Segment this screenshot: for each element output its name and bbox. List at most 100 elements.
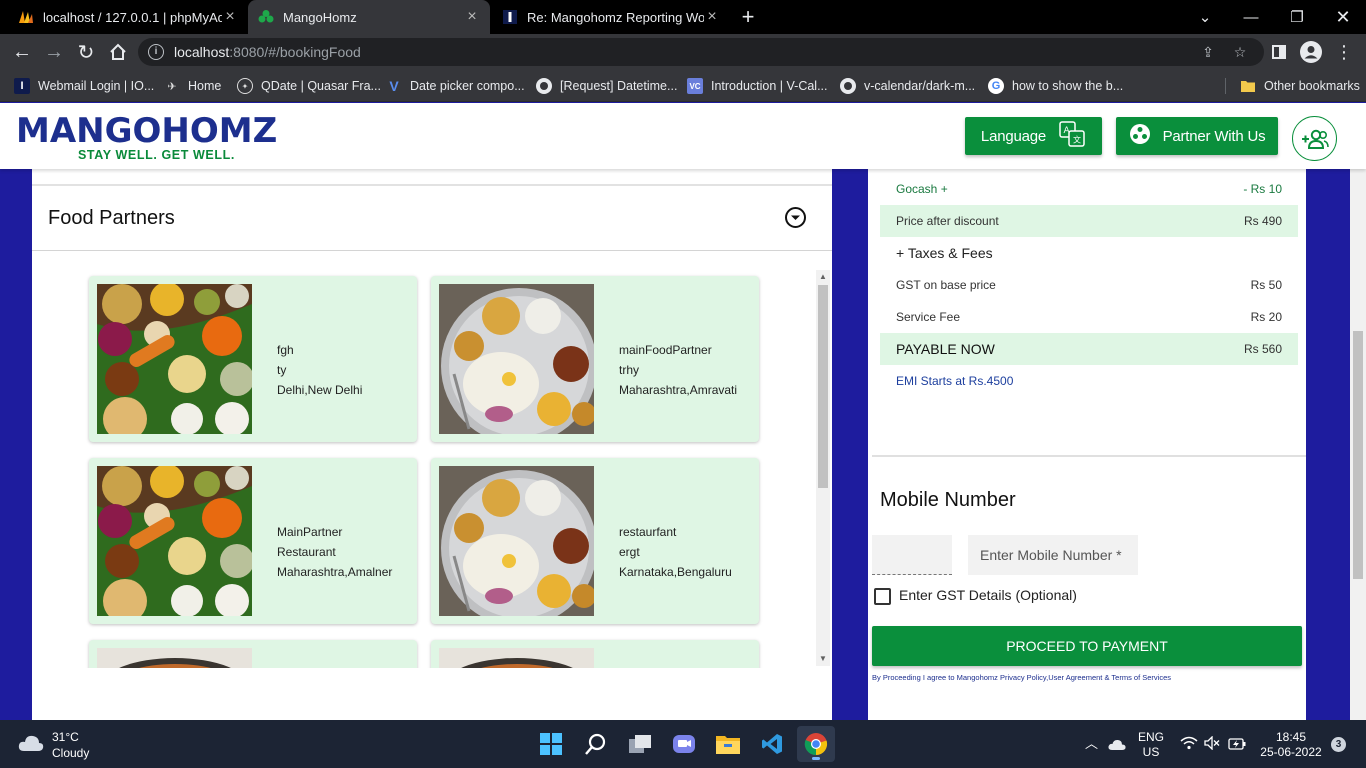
tab-mail[interactable]: Re: Mangohomz Reporting Work × [492, 0, 730, 34]
emi-row[interactable]: EMI Starts at Rs.4500 [880, 365, 1298, 397]
file-explorer-icon[interactable] [709, 726, 747, 762]
price-after-discount-value: Rs 490 [1243, 214, 1282, 228]
close-tab-icon[interactable]: × [704, 8, 720, 26]
search-icon[interactable] [577, 726, 615, 762]
emi-text: EMI Starts at Rs.4500 [896, 374, 1014, 388]
home-icon[interactable] [105, 39, 131, 65]
bookmark-qdate[interactable]: ✦ QDate | Quasar Fra... [237, 76, 381, 96]
food-partners-title: Food Partners [48, 207, 175, 229]
wifi-icon[interactable] [1180, 736, 1198, 755]
tab-phpmyadmin[interactable]: localhost / 127.0.0.1 | phpMyAdmin × [8, 0, 248, 34]
food-thali-image [97, 466, 252, 616]
tab-search-icon[interactable]: ⌄ [1182, 0, 1228, 34]
country-code-field[interactable] [872, 535, 952, 575]
bookmark-google[interactable]: G how to show the b... [988, 76, 1123, 96]
volume-muted-icon[interactable] [1204, 735, 1220, 755]
clock-date: 25-06-2022 [1260, 745, 1322, 759]
food-partner-card[interactable]: mainFoodPartner trhy Maharashtra,Amravat… [431, 276, 759, 442]
show-hidden-icons-icon[interactable]: ︿ [1085, 736, 1098, 751]
food-partner-card[interactable]: fgh ty Delhi,New Delhi [89, 276, 417, 442]
vscode-icon[interactable] [753, 726, 791, 762]
terms-text: By Proceeding I agree to Mangohomz Priva… [872, 673, 1172, 682]
food-partner-card[interactable]: restaurfant ergt Karnataka,Bengaluru [431, 458, 759, 624]
scroll-up-icon[interactable]: ▲ [816, 271, 830, 283]
proceed-to-payment-button[interactable]: PROCEED TO PAYMENT [872, 626, 1302, 666]
bookmark-vcalendar-dark[interactable]: v-calendar/dark-m... [840, 76, 975, 96]
partner-info: restaurfant ergt Karnataka,Bengaluru [619, 522, 732, 582]
new-tab-icon[interactable]: + [738, 4, 758, 30]
bookmark-home[interactable]: ✈ Home [164, 76, 221, 96]
webmail-icon: I [14, 78, 30, 94]
page-scrollbar[interactable] [1350, 169, 1366, 720]
close-tab-icon[interactable]: × [222, 8, 238, 26]
scroll-down-icon[interactable]: ▼ [816, 653, 830, 665]
partner-location: Maharashtra,Amalner [277, 565, 393, 579]
close-window-icon[interactable]: ✕ [1320, 0, 1366, 34]
other-bookmarks[interactable]: Other bookmarks [1240, 76, 1360, 96]
bookmark-datepicker[interactable]: V Date picker compo... [386, 76, 524, 96]
food-partner-card[interactable]: MainPartner Restaurant Maharashtra,Amaln… [89, 458, 417, 624]
food-list-scroll-thumb[interactable] [818, 285, 828, 488]
clock-time: 18:45 [1275, 730, 1307, 744]
service-fee-value: Rs 20 [1250, 310, 1282, 324]
reload-icon[interactable]: ↻ [73, 39, 99, 65]
booking-summary-panel: Gocash + - Rs 10 Price after discount Rs… [868, 169, 1306, 720]
add-user-icon[interactable] [1292, 116, 1337, 161]
close-tab-icon[interactable]: × [464, 8, 480, 26]
bookmark-webmail[interactable]: I Webmail Login | IO... [14, 76, 154, 96]
tab-title: Re: Mangohomz Reporting Work [527, 9, 704, 25]
bookmark-vcalendar[interactable]: VC Introduction | V-Cal... [687, 76, 828, 96]
restore-icon[interactable]: ❐ [1274, 0, 1320, 34]
partner-location: Karnataka,Bengaluru [619, 565, 732, 579]
gst-details-checkbox[interactable] [874, 588, 891, 605]
folder-icon [1240, 78, 1256, 94]
minimize-icon[interactable]: — [1228, 0, 1274, 34]
food-partners-panel: Food Partners fgh ty Delhi,New Delhi mai… [32, 169, 832, 720]
battery-icon[interactable] [1228, 737, 1246, 755]
price-after-discount-label: Price after discount [896, 214, 999, 228]
tab-mangohomz[interactable]: MangoHomz × [248, 0, 490, 34]
task-view-icon[interactable] [621, 726, 659, 762]
sidebar-toggle-icon[interactable] [1267, 40, 1291, 64]
forward-icon[interactable]: → [41, 39, 67, 65]
gocash-value: - Rs 10 [1243, 182, 1282, 196]
logo-tagline: STAY WELL. GET WELL. [78, 148, 235, 162]
onedrive-cloud-icon[interactable] [1108, 738, 1126, 756]
google-icon: G [988, 78, 1004, 94]
bookmark-request[interactable]: [Request] Datetime... [536, 76, 677, 96]
address-bar[interactable]: i localhost:8080/#/bookingFood ⇪ ☆ [138, 38, 1264, 66]
chevron-down-icon[interactable] [785, 207, 806, 228]
back-icon[interactable]: ← [9, 39, 35, 65]
clock[interactable]: 18:45 25-06-2022 [1255, 730, 1327, 760]
temperature: 31°C [52, 730, 79, 744]
mangohomz-logo[interactable]: MANGOHOMZ STAY WELL. GET WELL. [16, 111, 288, 163]
mobile-number-input[interactable] [968, 535, 1138, 575]
language-indicator[interactable]: ENG US [1137, 730, 1165, 760]
share-icon[interactable]: ⇪ [1200, 44, 1216, 60]
page-scroll-thumb[interactable] [1353, 331, 1363, 579]
windows-taskbar: 31°C Cloudy ︿ ENG US 18:45 25-06-2022 3 [0, 720, 1366, 768]
gocash-row: Gocash + - Rs 10 [880, 173, 1298, 205]
notification-badge[interactable]: 3 [1331, 737, 1346, 752]
partner-name: restaurfant [619, 525, 677, 539]
food-thali-image [97, 284, 252, 434]
menu-kebab-icon[interactable]: ⋮ [1332, 40, 1356, 64]
food-plate-image [439, 466, 594, 616]
profile-avatar-icon[interactable] [1299, 40, 1323, 64]
partner-with-us-button[interactable]: Partner With Us [1116, 117, 1278, 155]
site-info-icon[interactable]: i [148, 44, 164, 60]
partner-type: ergt [619, 545, 640, 559]
language-button[interactable]: Language A文 [965, 117, 1102, 155]
gst-value: Rs 50 [1250, 278, 1282, 292]
chrome-icon[interactable] [797, 726, 835, 762]
partner-icon [1129, 123, 1151, 149]
taxes-fees-row[interactable]: + Taxes & Fees [880, 237, 1298, 269]
weather-condition: Cloudy [52, 746, 90, 760]
payable-now-row: PAYABLE NOW Rs 560 [880, 333, 1298, 365]
bookmark-star-icon[interactable]: ☆ [1232, 44, 1248, 60]
svg-text:文: 文 [1073, 135, 1081, 145]
start-icon[interactable] [532, 726, 570, 762]
vuetify-icon: V [389, 78, 399, 94]
teams-chat-icon[interactable] [665, 726, 703, 762]
github-icon [840, 78, 856, 94]
